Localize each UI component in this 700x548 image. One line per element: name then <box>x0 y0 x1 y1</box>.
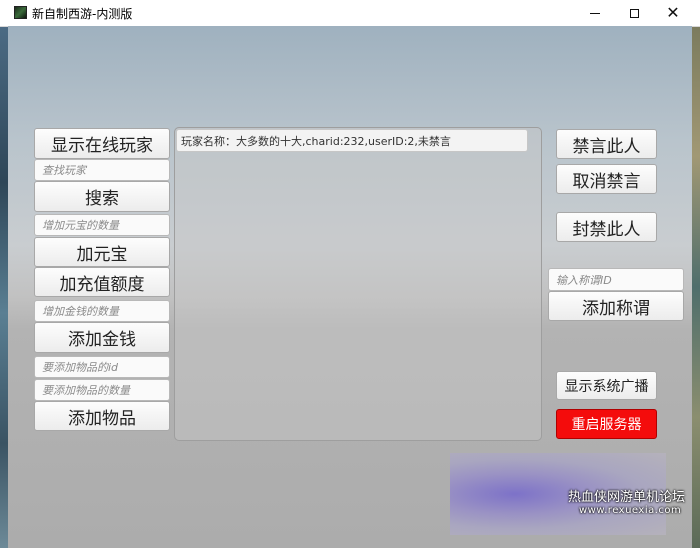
watermark-title: 热血侠网游单机论坛 <box>568 490 686 505</box>
item-id-input[interactable]: 要添加物品的id <box>34 356 170 378</box>
unmute-button[interactable]: 取消禁言 <box>556 164 657 194</box>
desktop-edge-left <box>0 26 8 548</box>
watermark-url: www.rexuexia.com <box>579 505 682 516</box>
player-list-panel: 玩家名称：大多数的十大,charid:232,userID:2,未禁言 <box>174 127 542 441</box>
add-title-button[interactable]: 添加称谓 <box>548 291 684 321</box>
show-broadcast-button[interactable]: 显示系统广播 <box>556 371 657 400</box>
add-yuanbao-button[interactable]: 加元宝 <box>34 237 170 267</box>
minimize-icon <box>590 12 600 14</box>
close-icon: ✕ <box>666 3 680 22</box>
title-bar: 新自制西游-内测版 ✕ <box>0 0 700 27</box>
add-money-button[interactable]: 添加金钱 <box>34 322 170 353</box>
ban-player-button[interactable]: 封禁此人 <box>556 212 657 242</box>
add-recharge-amount-button[interactable]: 加充值额度 <box>34 267 170 297</box>
close-button[interactable]: ✕ <box>650 0 696 26</box>
game-client-area: 显示在线玩家 查找玩家 搜索 增加元宝的数量 加元宝 加充值额度 增加金钱的数量… <box>8 26 692 548</box>
window-title: 新自制西游-内测版 <box>32 7 133 21</box>
show-online-players-button[interactable]: 显示在线玩家 <box>34 128 170 159</box>
add-item-button[interactable]: 添加物品 <box>34 401 170 431</box>
find-player-input[interactable]: 查找玩家 <box>34 159 170 181</box>
player-list-item[interactable]: 玩家名称：大多数的十大,charid:232,userID:2,未禁言 <box>176 129 528 152</box>
add-yuanbao-input[interactable]: 增加元宝的数量 <box>34 214 170 236</box>
maximize-icon <box>629 8 639 18</box>
desktop-edge-right <box>692 26 700 548</box>
item-count-input[interactable]: 要添加物品的数量 <box>34 379 170 401</box>
add-money-input[interactable]: 增加金钱的数量 <box>34 300 170 322</box>
search-button[interactable]: 搜索 <box>34 181 170 212</box>
app-icon <box>14 6 27 19</box>
title-id-input[interactable]: 输入称谓ID <box>548 268 684 291</box>
app-window: 新自制西游-内测版 ✕ 显示在线玩家 查找玩家 搜索 增加元宝的数量 加元宝 加… <box>0 0 700 548</box>
restart-server-button[interactable]: 重启服务器 <box>556 409 657 439</box>
mute-player-button[interactable]: 禁言此人 <box>556 129 657 159</box>
